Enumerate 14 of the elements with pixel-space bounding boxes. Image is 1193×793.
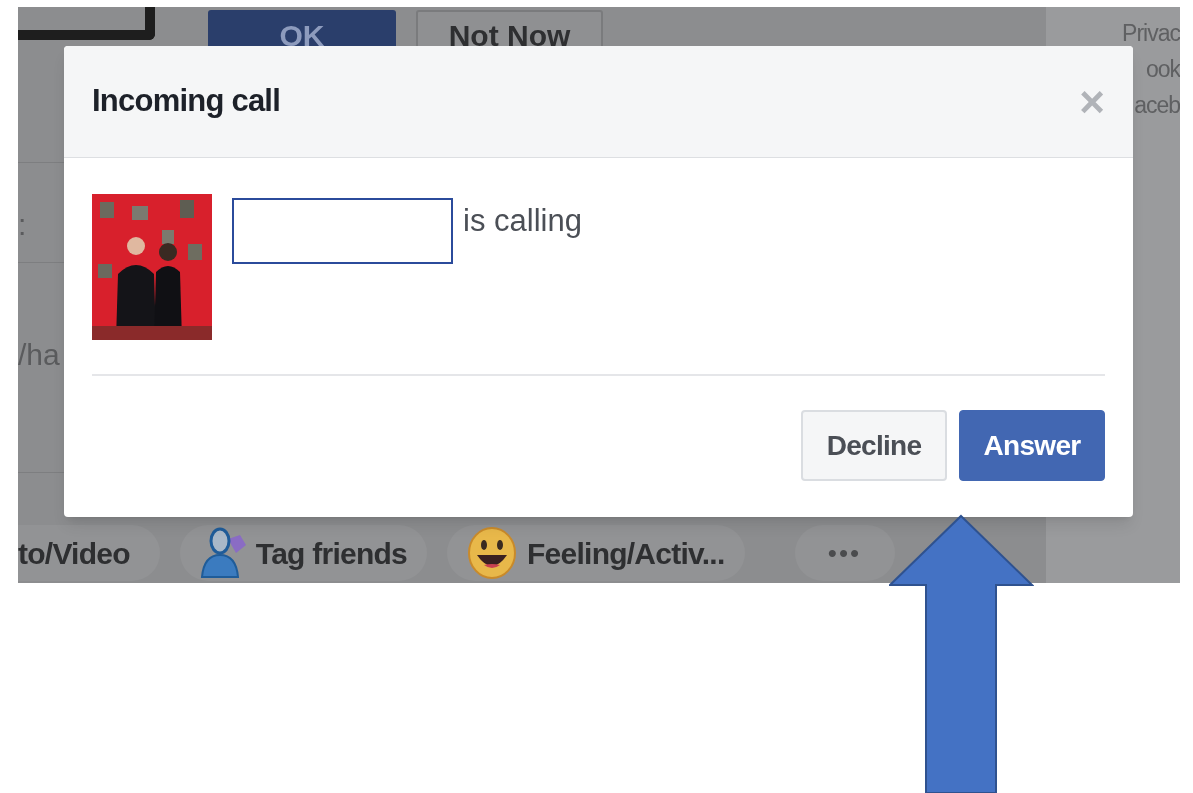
sidebar-link[interactable]: Privac (1122, 19, 1180, 47)
dialog-title: Incoming call (92, 82, 281, 121)
sidebar-link[interactable]: aceb (1134, 91, 1180, 119)
calling-message: is calling (463, 202, 582, 240)
smiley-icon (467, 527, 517, 579)
feeling-activity-button[interactable]: Feeling/Activ... (447, 525, 745, 581)
decline-button[interactable]: Decline (801, 410, 947, 481)
partial-text: : (18, 207, 27, 243)
sidebar-link[interactable]: ook (1145, 55, 1180, 83)
more-button[interactable]: ••• (794, 525, 895, 581)
tag-friends-button[interactable]: Tag friends (179, 525, 427, 581)
tag-person-icon (199, 527, 246, 579)
answer-button[interactable]: Answer (959, 410, 1105, 481)
photo-video-button[interactable]: to/Video (18, 525, 160, 581)
